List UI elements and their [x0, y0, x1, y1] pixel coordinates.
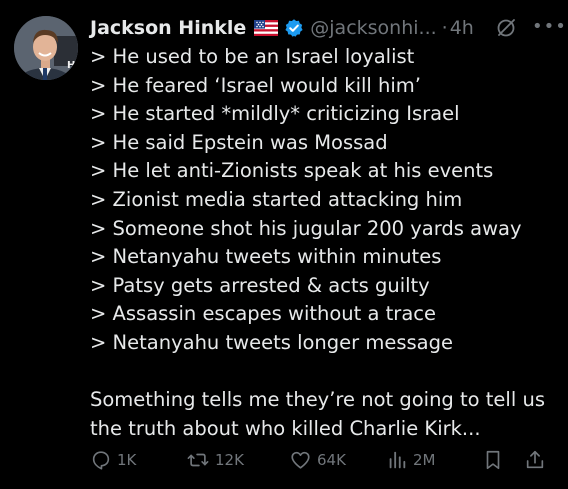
reply-button[interactable]: 1K	[90, 446, 136, 474]
tweet-line: > Netanyahu tweets within minutes	[90, 245, 442, 269]
bookmark-icon	[486, 450, 500, 470]
tweet-closing-line: Something tells me they’re not going to …	[90, 388, 545, 412]
grok-icon[interactable]	[496, 18, 516, 42]
like-button[interactable]: 64K	[289, 446, 346, 474]
like-count: 64K	[317, 451, 346, 469]
reply-count: 1K	[117, 451, 137, 469]
more-options-icon[interactable]: •••	[532, 18, 567, 36]
tweet-timestamp[interactable]: 4h	[450, 17, 474, 39]
avatar-logo-text: HB	[67, 60, 78, 71]
verified-badge-icon	[284, 18, 304, 38]
tweet-line: > Assassin escapes without a trace	[90, 302, 436, 326]
share-button[interactable]	[524, 446, 546, 474]
us-flag-icon	[254, 20, 279, 36]
author-name[interactable]: Jackson Hinkle	[90, 17, 246, 39]
tweet-text: > He used to be an Israel loyalist > He …	[90, 43, 560, 443]
tweet-line: > Patsy gets arrested & acts guilty	[90, 273, 430, 297]
views-button[interactable]: 2M	[386, 446, 436, 474]
repost-icon	[187, 453, 209, 467]
tweet-header: Jackson Hinkle @jacksonhi... · 4h	[90, 13, 474, 43]
tweet-line: > Someone shot his jugular 200 yards awa…	[90, 216, 522, 240]
tweet-closing-line: the truth about who killed Charlie Kirk.…	[90, 416, 481, 440]
header-separator: ·	[441, 17, 448, 39]
tweet-line: > He used to be an Israel loyalist	[90, 45, 415, 68]
tweet-line: > Zionist media started attacking him	[90, 187, 463, 211]
tweet-line: > He feared ‘Israel would kill him’	[90, 73, 422, 97]
author-handle[interactable]: @jacksonhi...	[310, 17, 436, 39]
tweet: HB Jackson Hinkle	[0, 0, 568, 489]
heart-icon	[291, 451, 310, 469]
view-count: 2M	[413, 451, 436, 469]
repost-button[interactable]: 12K	[186, 446, 244, 474]
avatar-image: HB	[14, 16, 78, 80]
share-icon	[526, 450, 544, 469]
avatar[interactable]: HB	[14, 16, 78, 80]
action-bar: 1K 12K 64K 2M	[90, 446, 556, 474]
repost-count: 12K	[215, 451, 244, 469]
bookmark-button[interactable]	[483, 446, 503, 474]
tweet-line: > He said Epstein was Mossad	[90, 130, 388, 154]
analytics-icon	[389, 451, 406, 469]
tweet-line: > He started *mildly* criticizing Israel	[90, 102, 460, 126]
tweet-line: > Netanyahu tweets longer message	[90, 330, 454, 354]
tweet-line: > He let anti-Zionists speak at his even…	[90, 159, 494, 183]
reply-icon	[92, 451, 110, 470]
